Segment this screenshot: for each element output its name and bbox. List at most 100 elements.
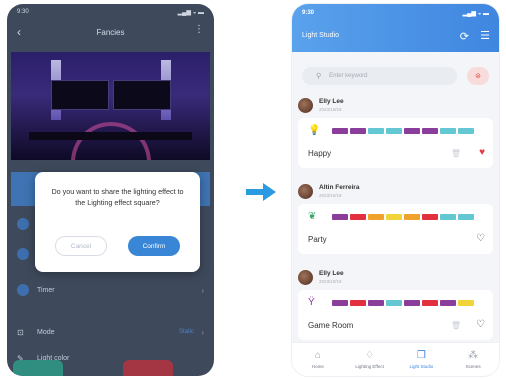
tab-label: Scenes	[465, 364, 481, 369]
color-segment	[440, 214, 456, 220]
user-name: Altin Ferreira	[319, 184, 360, 191]
left-header-title: Fancies	[96, 27, 125, 37]
color-segment-bar	[332, 300, 476, 306]
color-segment	[368, 300, 384, 306]
heart-outline-icon[interactable]: ♡	[476, 233, 485, 244]
row-icon	[17, 248, 29, 260]
tab-lighting-effect[interactable]: ♢ Lighting Effect	[350, 350, 390, 369]
light-studio-header: 9:30 ▂▄▆ ◒ ▬ Light Studio ⟳ ☰	[292, 4, 499, 52]
color-segment	[440, 300, 456, 306]
color-segment	[332, 214, 348, 220]
timer-label: Timer	[37, 286, 55, 294]
avatar[interactable]	[298, 269, 313, 285]
trash-icon[interactable]: 🗑	[451, 321, 461, 330]
tab-scenes[interactable]: ⁂ Scenes	[453, 350, 493, 369]
post-item: Elly Lee 2023/10/19 Ÿ Game Room 🗑 ♡	[298, 268, 493, 340]
tab-light-studio[interactable]: ❒ Light Studio	[401, 350, 441, 369]
color-segment	[332, 300, 348, 306]
bulb-icon: 💡	[308, 125, 321, 136]
user-name: Elly Lee	[319, 270, 344, 277]
more-icon[interactable]: ⋮	[194, 24, 204, 35]
search-placeholder: Enter keyword	[329, 73, 368, 79]
scenes-icon: ⁂	[468, 350, 479, 361]
right-status-bar: 9:30 ▂▄▆ ◒ ▬	[292, 4, 499, 22]
row-icon	[17, 218, 29, 230]
tab-label: Home	[311, 364, 324, 369]
leaf-icon: ❦	[308, 211, 317, 222]
lighting-effect-icon: ♢	[365, 350, 375, 361]
color-segment	[386, 214, 402, 220]
search-icon: ⚲	[316, 73, 322, 80]
studio-feed: ⚲ Enter keyword ⊜ Elly Lee 2023/10/19 💡	[292, 52, 499, 376]
color-segment	[386, 128, 402, 134]
color-segment	[458, 214, 474, 220]
confirm-button[interactable]: Confirm	[128, 236, 180, 256]
left-status-time: 9:30	[17, 9, 29, 15]
color-segment	[458, 128, 474, 134]
mode-label: Mode	[37, 328, 55, 336]
back-icon[interactable]: ‹	[17, 25, 21, 39]
color-segment	[386, 300, 402, 306]
right-status-time: 9:30	[302, 10, 315, 16]
search-input[interactable]: ⚲ Enter keyword	[302, 67, 457, 85]
effect-name: Game Room	[308, 321, 354, 330]
post-user: Altin Ferreira 2023/10/19	[298, 182, 493, 200]
tab-label: Light Studio	[409, 364, 434, 369]
post-date: 2023/10/19	[319, 107, 342, 112]
effect-name: Happy	[308, 149, 332, 158]
color-segment	[404, 214, 420, 220]
avatar[interactable]	[298, 183, 313, 199]
room-lighting-photo	[11, 52, 210, 160]
color-segment	[404, 128, 420, 134]
heart-filled-icon[interactable]: ♥	[479, 147, 485, 158]
color-segment	[350, 128, 366, 134]
color-chip-teal[interactable]	[13, 360, 63, 376]
post-date: 2023/10/19	[319, 279, 342, 284]
figure-icon: Ÿ	[308, 297, 315, 308]
post-user: Elly Lee 2023/10/19	[298, 96, 493, 114]
post-date: 2023/10/19	[319, 193, 342, 198]
home-icon: ⌂	[314, 350, 321, 361]
filter-button[interactable]: ⊜	[467, 67, 489, 85]
left-header: ‹ Fancies ⋮	[7, 20, 214, 44]
avatar[interactable]	[298, 97, 313, 113]
page-title: Light Studio	[302, 32, 339, 39]
dialog-message: Do you want to share the lighting effect…	[51, 187, 184, 207]
color-segment	[332, 128, 348, 134]
color-segment	[422, 300, 438, 306]
color-segment	[458, 300, 474, 306]
heart-outline-icon[interactable]: ♡	[476, 319, 485, 330]
mode-icon: ⊡	[17, 327, 24, 337]
right-phone-screen: 9:30 ▂▄▆ ◒ ▬ Light Studio ⟳ ☰ ⚲ Enter ke…	[292, 4, 499, 376]
screenshot-stage: 9:30 ▂▄▆ ◒ ▬ ‹ Fancies ⋮ Timer › ⊡ Mode …	[0, 0, 506, 379]
filter-icon: ⊜	[475, 73, 481, 80]
bottom-tab-bar: ⌂ Home ♢ Lighting Effect ❒ Light Studio …	[292, 342, 499, 376]
effect-name: Party	[308, 235, 327, 244]
user-name: Elly Lee	[319, 98, 344, 105]
post-item: Elly Lee 2023/10/19 💡 Happy 🗑 ♥	[298, 96, 493, 168]
chevron-right-icon: ›	[201, 285, 204, 295]
color-segment	[350, 214, 366, 220]
color-segment	[404, 300, 420, 306]
settings-row-timer[interactable]: Timer ›	[11, 276, 210, 304]
settings-row-mode[interactable]: ⊡ Mode Static ›	[11, 318, 210, 346]
color-segment	[440, 128, 456, 134]
color-chip-red[interactable]	[123, 360, 173, 376]
effect-card[interactable]: Ÿ Game Room 🗑 ♡	[298, 290, 493, 340]
menu-icon[interactable]: ☰	[480, 29, 490, 42]
share-dialog: Do you want to share the lighting effect…	[35, 172, 200, 272]
refresh-icon[interactable]: ⟳	[460, 30, 469, 43]
tab-home[interactable]: ⌂ Home	[298, 350, 338, 369]
color-segment	[422, 214, 438, 220]
post-item: Altin Ferreira 2023/10/19 ❦ Party ♡	[298, 182, 493, 254]
cancel-button[interactable]: Cancel	[55, 236, 107, 256]
effect-card[interactable]: ❦ Party ♡	[298, 204, 493, 254]
mode-value: Static	[178, 329, 194, 335]
effect-card[interactable]: 💡 Happy 🗑 ♥	[298, 118, 493, 168]
right-status-icons: ▂▄▆ ◒ ▬	[462, 10, 489, 17]
post-user: Elly Lee 2023/10/19	[298, 268, 493, 286]
color-segment	[368, 214, 384, 220]
color-segment	[422, 128, 438, 134]
color-segment	[350, 300, 366, 306]
trash-icon[interactable]: 🗑	[451, 149, 461, 158]
